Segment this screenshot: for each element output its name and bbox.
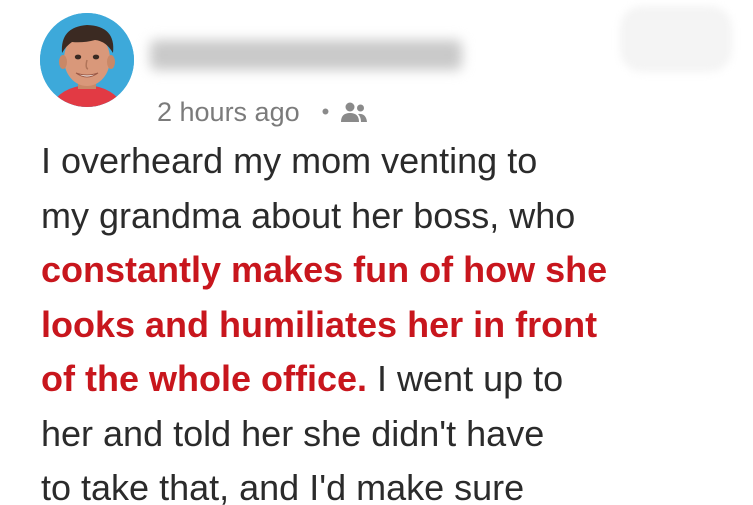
body-line-mixed: of the whole office. I went up to: [41, 352, 741, 407]
body-line: to take that, and I'd make sure: [41, 467, 525, 505]
post-meta: 2 hours ago •: [157, 94, 369, 130]
avatar-photo: [40, 13, 134, 107]
body-line-highlight: constantly makes fun of how she: [41, 249, 608, 290]
comment-post: 2 hours ago • I overheard my mom venting…: [0, 0, 753, 505]
author-avatar[interactable]: [40, 13, 134, 107]
body-line-highlight: looks and humiliates her in front: [41, 303, 598, 345]
body-line: my grandma about her boss, who: [41, 194, 576, 236]
body-line: her and told her she didn't have: [41, 412, 545, 454]
action-button-blurred[interactable]: [620, 6, 732, 72]
people-icon: [339, 100, 369, 124]
meta-separator: •: [321, 99, 330, 124]
body-highlight: of the whole office.: [41, 358, 368, 399]
author-name-blurred[interactable]: [150, 40, 462, 70]
body-text-segment: I went up to: [367, 358, 564, 399]
body-line: I overheard my mom venting to: [41, 140, 538, 181]
post-body: I overheard my mom venting to my grandma…: [41, 134, 741, 505]
timestamp: 2 hours ago: [157, 96, 300, 127]
